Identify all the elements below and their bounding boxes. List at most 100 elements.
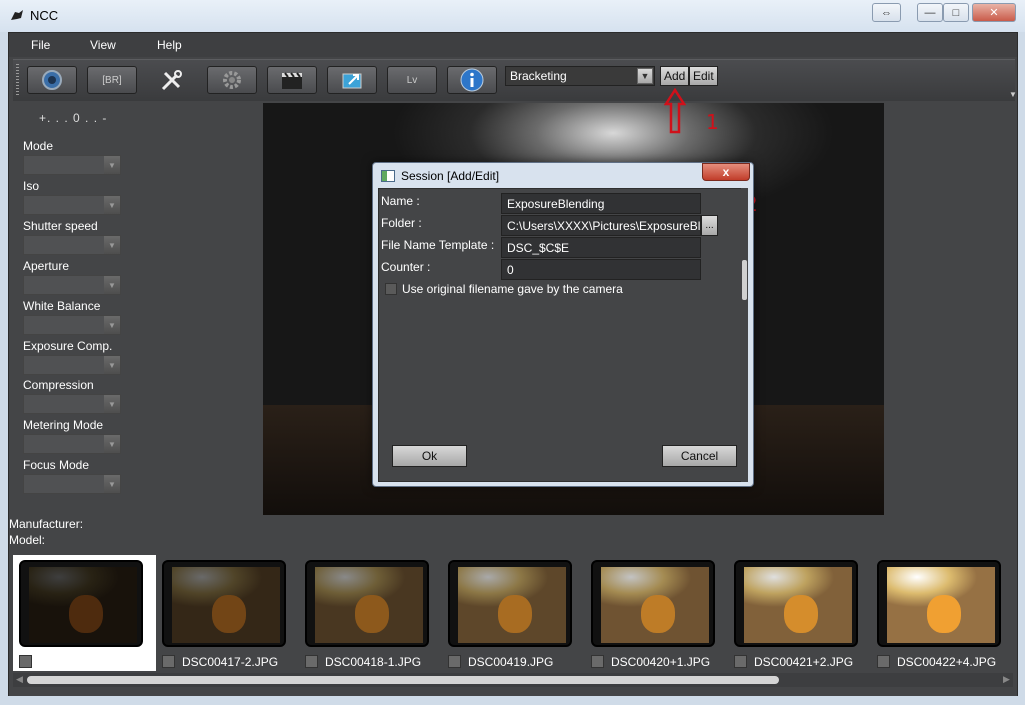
scroll-right-icon[interactable]: ▶ xyxy=(1003,674,1010,685)
minimize-button[interactable]: — xyxy=(917,3,943,22)
thumbnail-frame[interactable] xyxy=(162,560,286,647)
close-window-button[interactable]: ✕ xyxy=(972,3,1016,22)
maximize-button[interactable]: □ xyxy=(943,3,969,22)
menu-help[interactable]: Help xyxy=(157,38,182,52)
info-icon xyxy=(460,68,484,92)
thumbnail-checkbox[interactable] xyxy=(877,655,890,668)
original-filename-checkbox[interactable] xyxy=(385,283,397,295)
compression-label: Compression xyxy=(23,378,94,392)
model-label: Model: xyxy=(9,533,46,547)
chevron-down-icon: ▼ xyxy=(104,276,120,294)
thumbnail-item[interactable]: DSC00416-4.JPG xyxy=(13,555,156,671)
thumbnail-item[interactable]: DSC00421+2.JPG xyxy=(728,555,871,671)
thumbnail-subject xyxy=(498,595,532,633)
thumbnail-checkbox[interactable] xyxy=(19,655,32,668)
thumbnail-item[interactable]: DSC00418-1.JPG xyxy=(299,555,442,671)
counter-label: Counter : xyxy=(381,260,431,274)
thumbnail-image xyxy=(458,567,566,643)
thumbnail-frame[interactable] xyxy=(591,560,715,647)
original-filename-label: Use original filename gave by the camera xyxy=(402,282,623,296)
resize-icon[interactable]: ⇔ xyxy=(872,3,901,22)
cancel-button[interactable]: Cancel xyxy=(662,445,737,467)
thumbnail-checkbox[interactable] xyxy=(734,655,747,668)
thumbnail-checkbox[interactable] xyxy=(591,655,604,668)
dialog-close-button[interactable]: x xyxy=(702,163,750,181)
scroll-left-icon[interactable]: ◀ xyxy=(16,674,23,685)
thumbnail-item[interactable]: DSC00420+1.JPG xyxy=(585,555,728,671)
menu-view[interactable]: View xyxy=(90,38,116,52)
dialog-scrollbar-thumb[interactable] xyxy=(742,260,747,300)
settings-button[interactable] xyxy=(207,66,257,94)
capture-button[interactable] xyxy=(27,66,77,94)
mode-select[interactable]: ▼ xyxy=(23,155,121,175)
thumbnail-frame[interactable] xyxy=(734,560,858,647)
toolbar-grip[interactable] xyxy=(16,64,19,96)
chevron-down-icon: ▼ xyxy=(104,196,120,214)
add-session-button[interactable]: Add xyxy=(660,66,690,86)
chevron-down-icon: ▼ xyxy=(104,156,120,174)
thumbnail-subject xyxy=(69,595,103,633)
thumbnail-checkbox[interactable] xyxy=(305,655,318,668)
dialog-window-icon xyxy=(381,170,395,182)
thumbnail-filename: DSC00419.JPG xyxy=(468,655,554,669)
exposure-comp-select[interactable]: ▼ xyxy=(23,355,121,375)
chevron-down-icon: ▼ xyxy=(104,475,120,493)
thumbnail-checkbox[interactable] xyxy=(448,655,461,668)
scrollbar-thumb[interactable] xyxy=(27,676,779,684)
exposure-comp-label: Exposure Comp. xyxy=(23,339,113,353)
tools-icon xyxy=(161,70,182,91)
liveview-button[interactable]: Lv xyxy=(387,66,437,94)
chevron-down-icon[interactable]: ▼ xyxy=(637,68,653,84)
thumbnail-filename: DSC00421+2.JPG xyxy=(754,655,854,669)
dialog-title: Session [Add/Edit] xyxy=(401,169,500,183)
metering-mode-label: Metering Mode xyxy=(23,418,104,432)
browse-folder-button[interactable]: ... xyxy=(701,215,718,236)
menu-bar: File View Help xyxy=(9,33,1017,57)
ok-button[interactable]: Ok xyxy=(392,445,467,467)
movie-button[interactable] xyxy=(267,66,317,94)
thumbnail-filename: DSC00418-1.JPG xyxy=(325,655,422,669)
expand-icon xyxy=(342,73,362,89)
iso-select[interactable]: ▼ xyxy=(23,195,121,215)
info-button[interactable] xyxy=(447,66,497,94)
name-input[interactable]: ExposureBlending xyxy=(501,193,701,214)
bracketing-button[interactable]: [BR] xyxy=(87,66,137,94)
menu-file[interactable]: File xyxy=(31,38,50,52)
folder-input[interactable]: C:\Users\XXXX\Pictures\ExposureBle xyxy=(501,215,701,236)
session-dialog: Session [Add/Edit] x Name : ExposureBlen… xyxy=(372,162,754,487)
thumbnail-frame[interactable] xyxy=(19,560,143,647)
thumbnail-frame[interactable] xyxy=(448,560,572,647)
dialog-scrollbar[interactable] xyxy=(741,188,748,482)
session-select[interactable]: Bracketing ▼ xyxy=(505,66,655,86)
thumbnail-item[interactable]: DSC00419.JPG xyxy=(442,555,585,671)
thumbnail-item[interactable]: DSC00422+4.JPG xyxy=(871,555,1014,671)
file-name-template-label: File Name Template : xyxy=(381,238,495,252)
metering-mode-select[interactable]: ▼ xyxy=(23,434,121,454)
thumbnail-checkbox[interactable] xyxy=(162,655,175,668)
compression-select[interactable]: ▼ xyxy=(23,394,121,414)
horizontal-scrollbar[interactable]: ◀ ▶ xyxy=(13,673,1013,687)
edit-session-button[interactable]: Edit xyxy=(689,66,718,86)
thumbnail-filename: DSC00422+4.JPG xyxy=(897,655,997,669)
shutter-speed-select[interactable]: ▼ xyxy=(23,235,121,255)
iso-label: Iso xyxy=(23,179,40,193)
file-name-template-input[interactable]: DSC_$C$E xyxy=(501,237,701,258)
toolbar: [BR] Lv Bracketing ▼ Add Edit ▼ xyxy=(13,59,1017,101)
lv-label: Lv xyxy=(406,74,418,86)
thumbnail-item[interactable]: DSC00417-2.JPG xyxy=(156,555,299,671)
thumbnail-image xyxy=(29,567,137,643)
thumbnail-frame[interactable] xyxy=(877,560,1001,647)
focus-mode-select[interactable]: ▼ xyxy=(23,474,121,494)
thumbnail-image xyxy=(601,567,709,643)
thumbnail-image xyxy=(172,567,280,643)
chevron-down-icon: ▼ xyxy=(104,435,120,453)
tools-button[interactable] xyxy=(147,66,197,94)
white-balance-select[interactable]: ▼ xyxy=(23,315,121,335)
fullscreen-button[interactable] xyxy=(327,66,377,94)
toolbar-overflow-icon[interactable]: ▼ xyxy=(1009,90,1017,99)
thumbnail-frame[interactable] xyxy=(305,560,429,647)
thumbnail-image xyxy=(315,567,423,643)
aperture-select[interactable]: ▼ xyxy=(23,275,121,295)
thumbnail-image xyxy=(887,567,995,643)
counter-input[interactable]: 0 xyxy=(501,259,701,280)
